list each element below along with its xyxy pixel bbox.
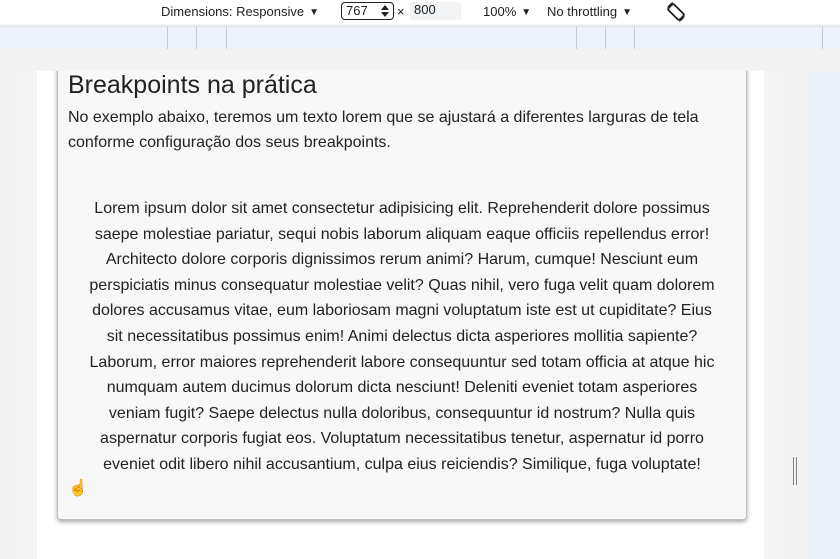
media-query-segment[interactable] <box>822 27 823 49</box>
page-margin-right <box>764 71 784 559</box>
media-query-segment[interactable] <box>196 27 197 49</box>
throttling-dropdown[interactable]: No throttling ▼ <box>547 4 632 19</box>
dimensions-dropdown[interactable]: Dimensions: Responsive ▼ <box>161 4 319 19</box>
media-query-segment[interactable] <box>634 27 635 49</box>
emulated-viewport: Breakpoints na prática No exemplo abaixo… <box>17 71 784 559</box>
chevron-down-icon: ▼ <box>309 7 319 18</box>
width-value: 767 <box>346 3 368 18</box>
lorem-paragraph: Lorem ipsum dolor sit amet consectetur a… <box>89 200 715 473</box>
device-toolbar: Dimensions: Responsive ▼ 767 × 800 100% ▼ … <box>0 0 840 24</box>
page-title: Breakpoints na prática <box>68 71 317 99</box>
media-query-segment[interactable] <box>576 27 577 49</box>
dimension-separator: × <box>397 4 405 19</box>
media-query-segment[interactable] <box>605 27 606 49</box>
media-query-segment[interactable] <box>167 27 168 49</box>
resize-gutter <box>807 71 840 559</box>
width-input[interactable]: 767 <box>341 2 394 20</box>
throttling-label: No throttling <box>547 4 618 19</box>
resize-handle[interactable] <box>793 457 797 485</box>
zoom-dropdown[interactable]: 100% ▼ <box>483 4 531 19</box>
height-input[interactable]: 800 <box>410 2 461 20</box>
chevron-down-icon: ▼ <box>622 7 632 18</box>
pointing-up-icon: ☝ <box>68 480 88 497</box>
page-margin-left <box>17 71 37 559</box>
dimensions-label: Dimensions: Responsive <box>161 4 305 19</box>
spinner-icon[interactable] <box>380 4 390 18</box>
zoom-label: 100% <box>483 4 517 19</box>
intro-paragraph: No exemplo abaixo, teremos um texto lore… <box>68 109 699 151</box>
content-card: Breakpoints na prática No exemplo abaixo… <box>57 71 747 520</box>
rotate-icon[interactable] <box>664 0 688 24</box>
chevron-down-icon: ▼ <box>521 7 532 18</box>
height-value: 800 <box>414 2 436 17</box>
media-query-bar[interactable] <box>0 26 840 50</box>
media-query-segment[interactable] <box>226 27 227 49</box>
